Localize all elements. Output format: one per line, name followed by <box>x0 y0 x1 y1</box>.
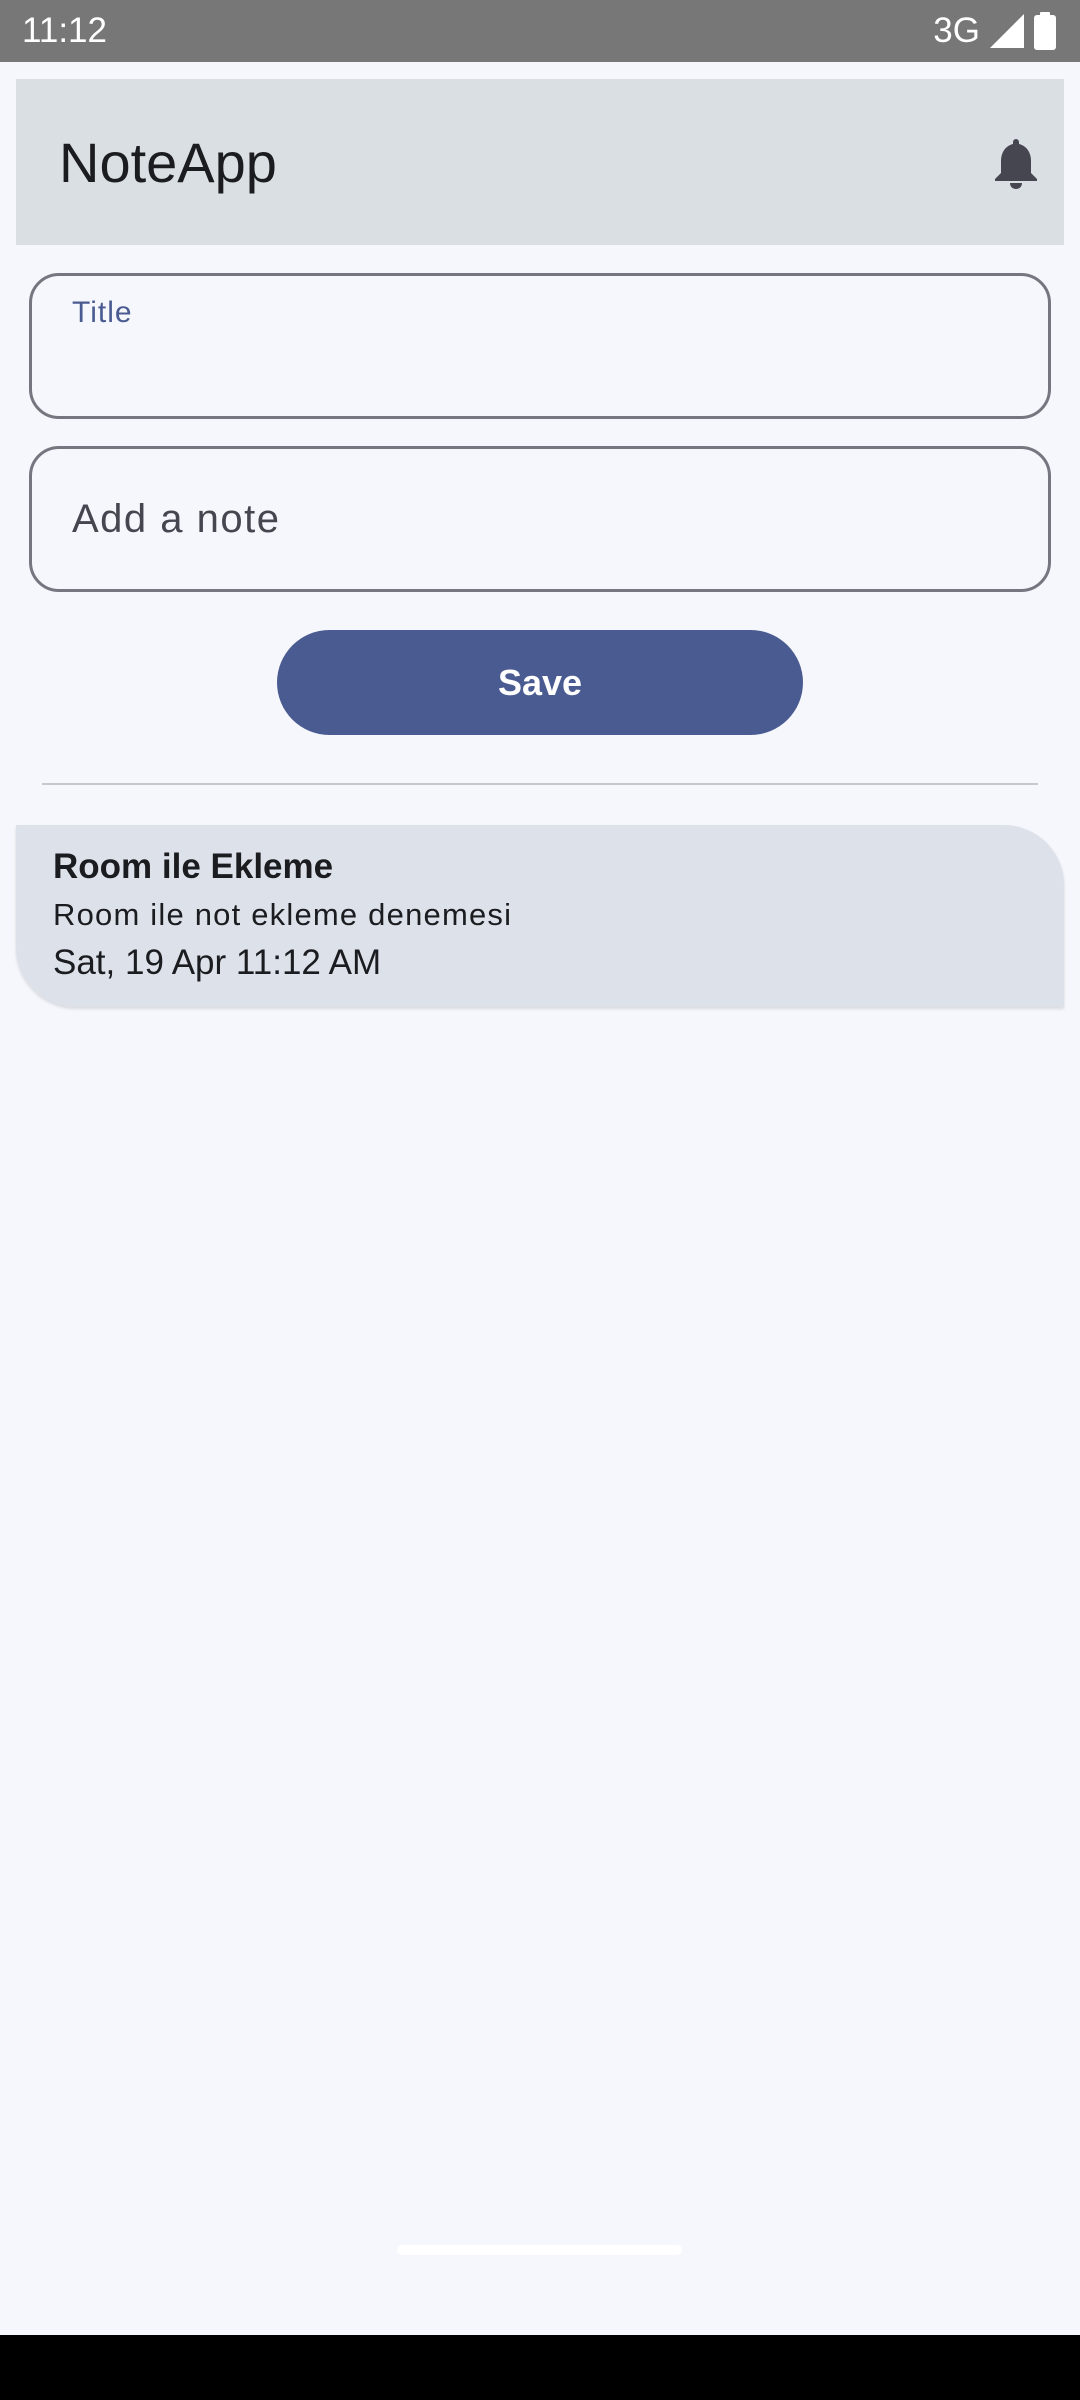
note-title: Room ile Ekleme <box>53 847 334 886</box>
save-button[interactable]: Save <box>277 630 803 735</box>
divider <box>42 783 1038 785</box>
signal-icon <box>990 14 1024 48</box>
app-title: NoteApp <box>59 130 277 194</box>
note-field-placeholder: Add a note <box>72 497 281 541</box>
note-date: Sat, 19 Apr 11:12 AM <box>53 943 382 982</box>
app-bar: NoteApp <box>16 79 1064 245</box>
title-field-label: Title <box>72 296 133 329</box>
home-handle[interactable] <box>397 2245 682 2255</box>
note-body: Room ile not ekleme denemesi <box>53 897 513 932</box>
navigation-bar <box>0 2335 1080 2400</box>
status-icons: 3G <box>933 11 1056 51</box>
network-type: 3G <box>933 11 980 50</box>
status-bar: 11:12 3G <box>0 0 1080 62</box>
title-field[interactable]: Title <box>29 273 1051 419</box>
note-card[interactable]: Room ile Ekleme Room ile not ekleme dene… <box>16 825 1064 1007</box>
note-field[interactable]: Add a note <box>29 446 1051 592</box>
bell-icon[interactable] <box>988 134 1044 190</box>
battery-icon <box>1034 12 1056 50</box>
status-time: 11:12 <box>22 11 107 50</box>
